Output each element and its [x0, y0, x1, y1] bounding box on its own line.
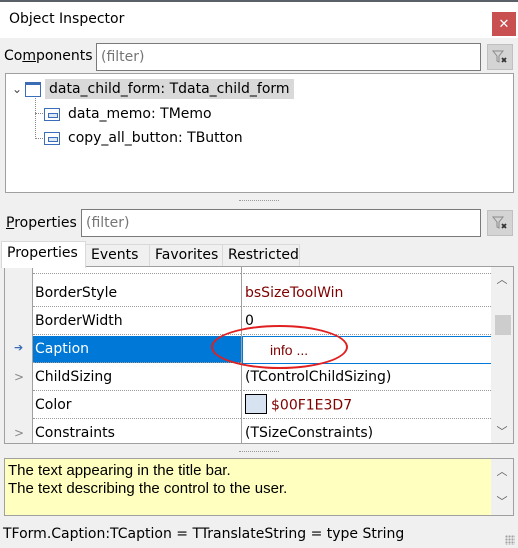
- control-icon: [44, 107, 60, 121]
- close-icon: ✕: [498, 16, 510, 32]
- resize-grip-icon[interactable]: [505, 535, 515, 545]
- control-icon: [44, 131, 60, 145]
- property-name: Color: [33, 392, 241, 419]
- property-row-constraints[interactable]: > Constraints (TSizeConstraints): [5, 420, 491, 443]
- scroll-up-button[interactable]: ︿: [491, 462, 513, 482]
- property-row-childsizing[interactable]: > ChildSizing (TControlChildSizing): [5, 364, 491, 392]
- chevron-right-icon[interactable]: >: [14, 370, 24, 384]
- description-line: The text describing the control to the u…: [8, 480, 288, 497]
- property-grid[interactable]: BorderStyle bsSizeToolWin BorderWidth 0 …: [4, 266, 514, 444]
- properties-filter-clear-button[interactable]: [487, 210, 513, 236]
- filter-clear-icon: [492, 216, 507, 229]
- property-name: ChildSizing: [33, 364, 241, 391]
- property-value-color[interactable]: $00F1E3D7: [243, 392, 491, 419]
- scroll-down-button[interactable]: ﹀: [491, 421, 513, 441]
- scroll-down-button[interactable]: ﹀: [491, 492, 513, 512]
- components-filter-input[interactable]: [96, 43, 481, 71]
- properties-filter-input[interactable]: [81, 209, 481, 237]
- property-value[interactable]: (TControlChildSizing): [243, 364, 491, 391]
- splitter-handle[interactable]: [239, 451, 279, 454]
- properties-label: Properties: [6, 215, 77, 231]
- tab-events[interactable]: Events: [85, 244, 150, 267]
- chevron-up-icon: ︿: [496, 466, 508, 478]
- tree-node-copy-all-button[interactable]: copy_all_button: TButton: [44, 126, 247, 150]
- chevron-down-icon: ﹀: [496, 496, 508, 508]
- property-value[interactable]: 0: [243, 308, 491, 335]
- tree-node-data-child-form[interactable]: ⌄ data_child_form: Tdata_child_form: [9, 77, 294, 101]
- description-line: The text appearing in the title bar.: [8, 462, 231, 479]
- tree-connector: [35, 138, 43, 139]
- property-name: BorderStyle: [33, 280, 241, 307]
- title-bar: Object Inspector ✕: [0, 2, 518, 38]
- current-row-arrow-icon: ➔: [14, 341, 24, 354]
- chevron-down-icon[interactable]: ⌄: [9, 82, 25, 96]
- tree-node-data-memo[interactable]: data_memo: TMemo: [44, 102, 216, 126]
- tab-favorites[interactable]: Favorites: [149, 244, 223, 267]
- filter-clear-icon: [492, 50, 507, 63]
- property-row-color[interactable]: Color $00F1E3D7: [5, 392, 491, 420]
- tree-connector: [35, 113, 43, 114]
- form-icon: [25, 81, 41, 97]
- tab-restricted[interactable]: Restricted: [222, 244, 300, 267]
- property-row-borderwidth[interactable]: BorderWidth 0: [5, 308, 491, 336]
- property-name: Caption: [33, 336, 241, 363]
- property-row-caption[interactable]: ➔ Caption: [5, 336, 492, 364]
- status-bar: TForm.Caption:TCaption = TTranslateStrin…: [0, 520, 518, 548]
- property-name: Constraints: [33, 420, 241, 443]
- chevron-down-icon: ﹀: [496, 425, 508, 438]
- caption-value-input[interactable]: [242, 336, 492, 364]
- property-value[interactable]: (TSizeConstraints): [243, 420, 491, 443]
- color-swatch[interactable]: [245, 394, 267, 414]
- chevron-right-icon[interactable]: >: [14, 426, 24, 440]
- chevron-up-icon: ︿: [496, 273, 508, 286]
- close-button[interactable]: ✕: [492, 12, 516, 36]
- scroll-thumb[interactable]: [495, 315, 511, 335]
- window-title: Object Inspector: [9, 11, 125, 27]
- description-scrollbar[interactable]: ︿ ﹀: [491, 459, 513, 515]
- property-grid-scrollbar[interactable]: ︿ ﹀: [491, 267, 513, 443]
- scroll-up-button[interactable]: ︿: [491, 269, 513, 289]
- property-value[interactable]: bsSizeToolWin: [243, 280, 491, 307]
- components-label: Components: [4, 48, 93, 64]
- component-tree[interactable]: ⌄ data_child_form: Tdata_child_form data…: [5, 73, 514, 193]
- splitter-handle[interactable]: [239, 200, 279, 203]
- tab-properties[interactable]: Properties: [1, 241, 86, 268]
- status-text: TForm.Caption:TCaption = TTranslateStrin…: [3, 526, 405, 542]
- property-row-borderstyle[interactable]: BorderStyle bsSizeToolWin: [5, 280, 491, 308]
- components-filter-clear-button[interactable]: [487, 44, 513, 70]
- property-name: BorderWidth: [33, 308, 241, 335]
- property-description: The text appearing in the title bar. The…: [4, 458, 514, 516]
